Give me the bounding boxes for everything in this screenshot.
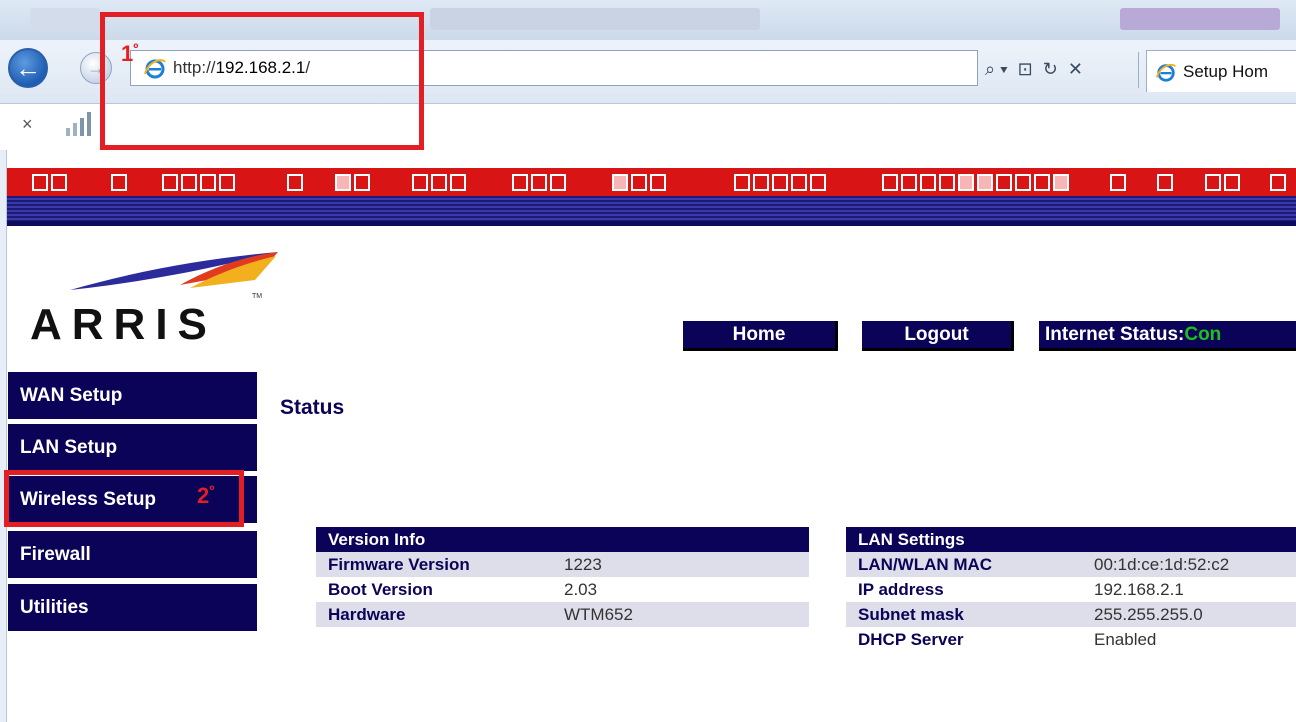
row-key: Boot Version — [328, 579, 433, 599]
row-key: LAN/WLAN MAC — [858, 554, 993, 574]
row-value: Enabled — [1094, 629, 1157, 649]
page-title: Status — [280, 396, 345, 419]
arris-logo-icon: TM — [70, 252, 278, 300]
annotation-step-2: 2º — [197, 482, 215, 508]
loading-signal-icon — [66, 112, 96, 136]
ie-icon — [1155, 63, 1176, 82]
table-row: Hardware WTM652 — [316, 602, 809, 627]
sidebar-item-firewall[interactable]: Firewall — [8, 531, 257, 578]
banner-stripes — [7, 196, 1296, 226]
router-banner — [7, 168, 1296, 196]
row-value: 1223 — [564, 554, 602, 574]
row-value: 00:1d:ce:1d:52:c2 — [1094, 554, 1230, 574]
stop-icon[interactable]: ✕ — [1068, 59, 1083, 80]
row-value: 192.168.2.1 — [1094, 579, 1184, 599]
home-button[interactable]: Home — [683, 321, 838, 351]
browser-tab[interactable]: Setup Hom — [1146, 50, 1296, 92]
version-info-title: Version Info — [316, 527, 809, 552]
sidebar-item-lan-setup[interactable]: LAN Setup — [8, 424, 257, 471]
version-info-table: Version Info Firmware Version 1223 Boot … — [316, 527, 809, 627]
close-icon[interactable]: × — [22, 114, 33, 135]
row-key: Hardware — [328, 604, 406, 624]
internet-status-value: Con — [1184, 323, 1222, 345]
table-row: DHCP Server Enabled — [846, 627, 1296, 652]
toolbar-divider — [1138, 52, 1139, 88]
logout-button[interactable]: Logout — [862, 321, 1014, 351]
row-value: 255.255.255.0 — [1094, 604, 1203, 624]
compatibility-view-icon[interactable]: ⊡ — [1018, 59, 1033, 80]
row-value: 2.03 — [564, 579, 598, 599]
row-key: Firmware Version — [328, 554, 470, 574]
address-tools: ⌕ ▾ ⊡ ↻ ✕ — [985, 56, 1083, 82]
row-key: DHCP Server — [858, 629, 964, 649]
annotation-step-1: 1º — [121, 40, 139, 66]
row-value: WTM652 — [564, 604, 633, 624]
table-row: IP address 192.168.2.1 — [846, 577, 1296, 602]
table-row: Boot Version 2.03 — [316, 577, 809, 602]
table-row: LAN/WLAN MAC 00:1d:ce:1d:52:c2 — [846, 552, 1296, 577]
viewport-border — [0, 150, 7, 722]
row-key: IP address — [858, 579, 944, 599]
arrow-left-icon: ← — [15, 52, 41, 83]
sidebar-item-utilities[interactable]: Utilities — [8, 584, 257, 631]
refresh-icon[interactable]: ↻ — [1043, 59, 1058, 80]
table-row: Subnet mask 255.255.255.0 — [846, 602, 1296, 627]
sidebar-item-wan-setup[interactable]: WAN Setup — [8, 372, 257, 419]
internet-status-badge: Internet Status: Con — [1039, 321, 1296, 351]
screenshot: ← → http://192.168.2.1/ ⌕ ▾ ⊡ ↻ ✕ Setup … — [0, 0, 1296, 722]
lan-settings-title: LAN Settings — [846, 527, 1296, 552]
arris-logo-text: ARRIS — [30, 300, 217, 349]
tab-title: Setup Hom — [1183, 61, 1269, 81]
internet-status-label: Internet Status: — [1045, 323, 1185, 345]
lan-settings-table: LAN Settings LAN/WLAN MAC 00:1d:ce:1d:52… — [846, 527, 1296, 652]
svg-text:TM: TM — [252, 293, 262, 300]
table-row: Firmware Version 1223 — [316, 552, 809, 577]
annotation-box-address — [100, 12, 424, 150]
search-icon[interactable]: ⌕ ▾ — [985, 59, 1008, 80]
row-key: Subnet mask — [858, 604, 964, 624]
back-button[interactable]: ← — [8, 48, 48, 88]
